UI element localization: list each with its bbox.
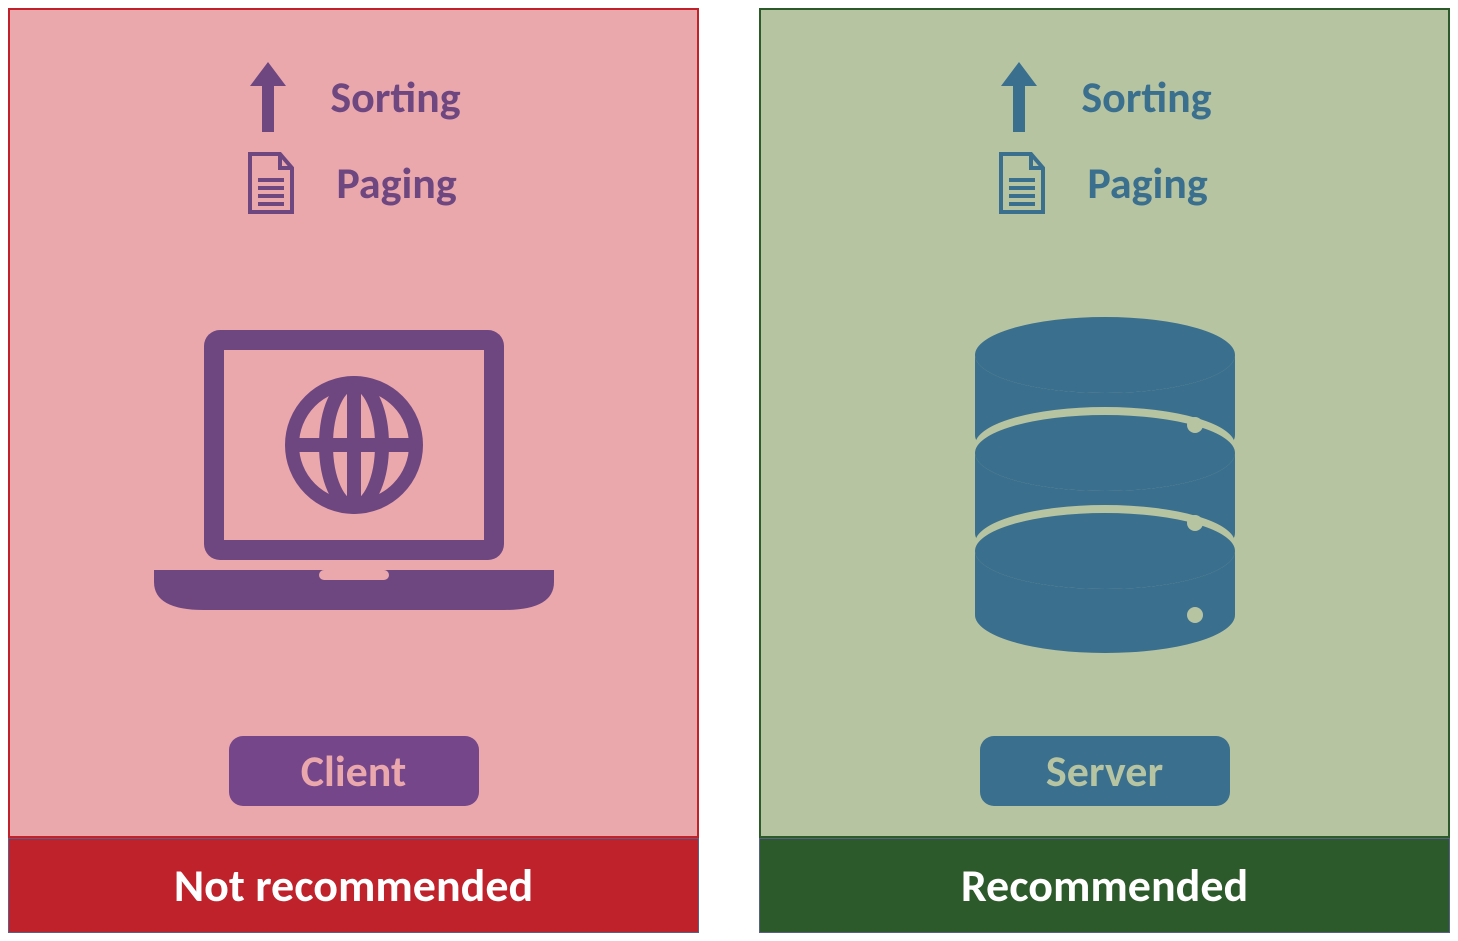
server-panel-group: Sorting Paging [759,8,1450,933]
client-sorting-label: Sorting [330,70,460,124]
client-panel-group: Sorting Paging [8,8,699,933]
server-footer: Recommended [759,838,1450,933]
server-panel: Sorting Paging [759,8,1450,838]
laptop-icon [124,320,584,650]
client-pill-label: Client [301,744,407,798]
server-paging-label: Paging [1087,156,1207,210]
client-footer-label: Not recommended [174,858,533,914]
client-paging-label: Paging [336,156,456,210]
server-feature-list: Sorting Paging [997,60,1211,214]
server-sorting-label: Sorting [1081,70,1211,124]
client-feature-list: Sorting Paging [246,60,460,214]
server-sorting-row: Sorting [997,60,1211,134]
client-panel: Sorting Paging [8,8,699,838]
arrow-up-icon [246,60,290,134]
server-pill: Server [980,736,1230,806]
server-pill-label: Server [1046,744,1163,798]
server-paging-row: Paging [997,152,1211,214]
document-icon [246,152,296,214]
client-pill: Client [229,736,479,806]
globe-icon [292,383,416,507]
arrow-up-icon [997,60,1041,134]
document-icon [997,152,1047,214]
server-footer-label: Recommended [961,858,1248,914]
database-graphic [955,244,1255,726]
client-footer: Not recommended [8,838,699,933]
database-icon [955,315,1255,655]
client-paging-row: Paging [246,152,460,214]
laptop-graphic [124,244,584,726]
client-sorting-row: Sorting [246,60,460,134]
